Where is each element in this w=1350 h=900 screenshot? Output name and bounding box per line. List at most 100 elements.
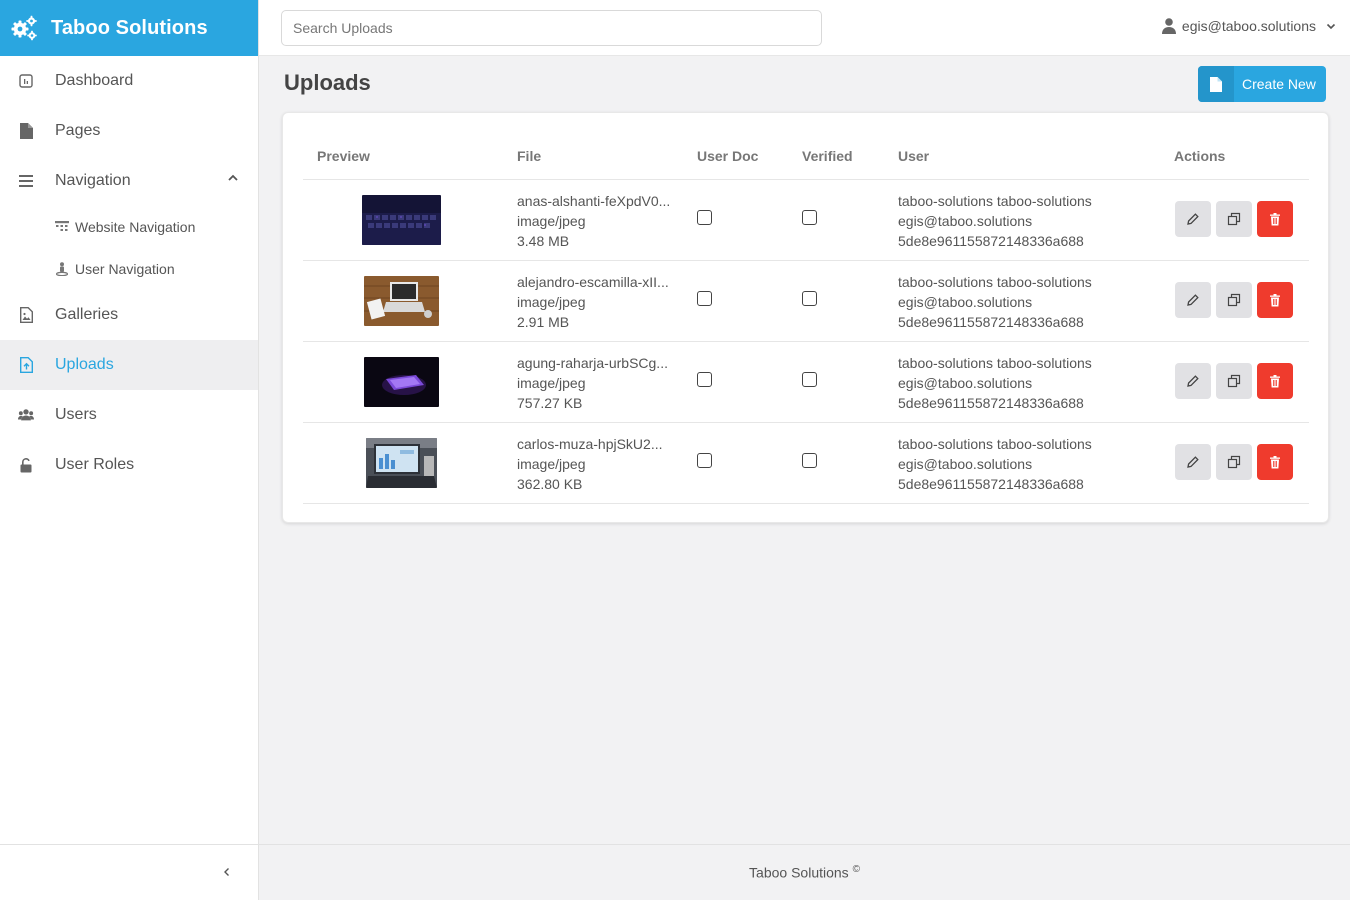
user-doc-checkbox[interactable]: [697, 453, 712, 468]
table-row: alejandro-escamilla-xII... image/jpeg 2.…: [303, 261, 1309, 342]
file-type: image/jpeg: [517, 213, 586, 229]
uploads-table-card: Preview File User Doc Verified User Acti…: [282, 112, 1329, 523]
file-info: alejandro-escamilla-xII... image/jpeg 2.…: [517, 272, 677, 332]
user-doc-checkbox[interactable]: [697, 291, 712, 306]
file-name[interactable]: alejandro-escamilla-xII...: [517, 272, 677, 292]
delete-button[interactable]: [1257, 201, 1293, 237]
delete-button[interactable]: [1257, 363, 1293, 399]
table-row: agung-raharja-urbSCg... image/jpeg 757.2…: [303, 342, 1309, 423]
file-type: image/jpeg: [517, 294, 586, 310]
user-id: 5de8e961155872148336a688: [898, 314, 1084, 330]
duplicate-button[interactable]: [1216, 282, 1252, 318]
file-info: agung-raharja-urbSCg... image/jpeg 757.2…: [517, 353, 677, 413]
duplicate-button[interactable]: [1216, 363, 1252, 399]
chevron-up-icon[interactable]: [228, 173, 238, 183]
user-name: taboo-solutions taboo-solutions: [898, 436, 1092, 452]
create-new-label: Create New: [1242, 76, 1316, 92]
copy-icon: [1227, 293, 1241, 307]
file-type: image/jpeg: [517, 375, 586, 391]
verified-checkbox[interactable]: [802, 453, 817, 468]
user-id: 5de8e961155872148336a688: [898, 476, 1084, 492]
sidebar-item-label: Uploads: [55, 356, 114, 373]
column-header-actions: Actions: [1174, 148, 1226, 164]
verified-checkbox[interactable]: [802, 291, 817, 306]
delete-button[interactable]: [1257, 282, 1293, 318]
street-view-icon: [55, 262, 69, 276]
sidebar-item-user-navigation[interactable]: User Navigation: [0, 248, 258, 290]
delete-button[interactable]: [1257, 444, 1293, 480]
sidebar: Taboo Solutions Dashboard Pages Navigati…: [0, 0, 259, 900]
image-file-icon: [18, 307, 34, 323]
edit-button[interactable]: [1175, 201, 1211, 237]
sidebar-item-pages[interactable]: Pages: [0, 106, 258, 156]
dashboard-icon: [18, 73, 34, 89]
sidebar-item-users[interactable]: Users: [0, 390, 258, 440]
edit-button[interactable]: [1175, 363, 1211, 399]
preview-thumbnail[interactable]: [362, 195, 441, 245]
verified-checkbox[interactable]: [802, 210, 817, 225]
chevron-left-icon[interactable]: [220, 865, 234, 879]
trash-icon: [1270, 455, 1280, 468]
file-name[interactable]: agung-raharja-urbSCg...: [517, 353, 677, 373]
verified-checkbox[interactable]: [802, 372, 817, 387]
trash-icon: [1270, 293, 1280, 306]
duplicate-button[interactable]: [1216, 201, 1252, 237]
user-email: egis@taboo.solutions: [898, 213, 1033, 229]
user-name: taboo-solutions taboo-solutions: [898, 193, 1092, 209]
sitemap-icon: [55, 220, 69, 234]
user-doc-checkbox[interactable]: [697, 372, 712, 387]
sidebar-item-galleries[interactable]: Galleries: [0, 290, 258, 340]
column-header-file[interactable]: File: [517, 148, 541, 164]
page-footer: Taboo Solutions ©: [259, 844, 1350, 900]
user-email: egis@taboo.solutions: [1181, 18, 1316, 34]
table-header: Preview File User Doc Verified User Acti…: [303, 143, 1309, 180]
upload-file-icon: [18, 357, 34, 373]
column-header-verified[interactable]: Verified: [802, 148, 853, 164]
copy-icon: [1227, 374, 1241, 388]
edit-button[interactable]: [1175, 282, 1211, 318]
sidebar-item-label: Navigation: [55, 172, 131, 189]
trash-icon: [1270, 374, 1280, 387]
preview-thumbnail[interactable]: [364, 357, 439, 407]
sidebar-item-navigation[interactable]: Navigation: [0, 156, 258, 206]
user-email: egis@taboo.solutions: [898, 294, 1033, 310]
pencil-icon: [1187, 294, 1199, 306]
chevron-down-icon: [1326, 23, 1336, 30]
brand-name: Taboo Solutions: [51, 16, 208, 39]
sidebar-item-label: User Navigation: [75, 261, 175, 277]
column-header-preview[interactable]: Preview: [317, 148, 370, 164]
preview-thumbnail[interactable]: [364, 276, 439, 326]
duplicate-button[interactable]: [1216, 444, 1252, 480]
user-menu[interactable]: egis@taboo.solutions: [1161, 18, 1336, 34]
preview-thumbnail[interactable]: [366, 438, 437, 488]
column-header-user[interactable]: User: [898, 148, 929, 164]
file-size: 3.48 MB: [517, 233, 570, 249]
sidebar-item-user-roles[interactable]: User Roles: [0, 440, 258, 490]
search-input[interactable]: [281, 10, 822, 46]
user-info: taboo-solutions taboo-solutions egis@tab…: [898, 353, 1092, 413]
file-icon: [1198, 66, 1234, 102]
column-header-user-doc[interactable]: User Doc: [697, 148, 758, 164]
file-size: 362.80 KB: [517, 476, 583, 492]
pencil-icon: [1187, 213, 1199, 225]
user-email: egis@taboo.solutions: [898, 375, 1033, 391]
trash-icon: [1270, 212, 1280, 225]
user-email: egis@taboo.solutions: [898, 456, 1033, 472]
user-info: taboo-solutions taboo-solutions egis@tab…: [898, 272, 1092, 332]
file-info: anas-alshanti-feXpdV0... image/jpeg 3.48…: [517, 191, 677, 251]
page-title: Uploads: [284, 70, 371, 95]
file-name[interactable]: anas-alshanti-feXpdV0...: [517, 191, 677, 211]
brand-header[interactable]: Taboo Solutions: [0, 0, 258, 56]
footer-text: Taboo Solutions: [749, 864, 849, 881]
edit-button[interactable]: [1175, 444, 1211, 480]
copy-icon: [1227, 455, 1241, 469]
file-name[interactable]: carlos-muza-hpjSkU2...: [517, 434, 677, 454]
sidebar-item-dashboard[interactable]: Dashboard: [0, 56, 258, 106]
user-id: 5de8e961155872148336a688: [898, 395, 1084, 411]
user-doc-checkbox[interactable]: [697, 210, 712, 225]
file-info: carlos-muza-hpjSkU2... image/jpeg 362.80…: [517, 434, 677, 494]
sidebar-item-uploads[interactable]: Uploads: [0, 340, 258, 390]
create-new-button[interactable]: Create New: [1198, 66, 1326, 102]
sidebar-item-label: Dashboard: [55, 72, 134, 89]
sidebar-item-website-navigation[interactable]: Website Navigation: [0, 206, 258, 248]
